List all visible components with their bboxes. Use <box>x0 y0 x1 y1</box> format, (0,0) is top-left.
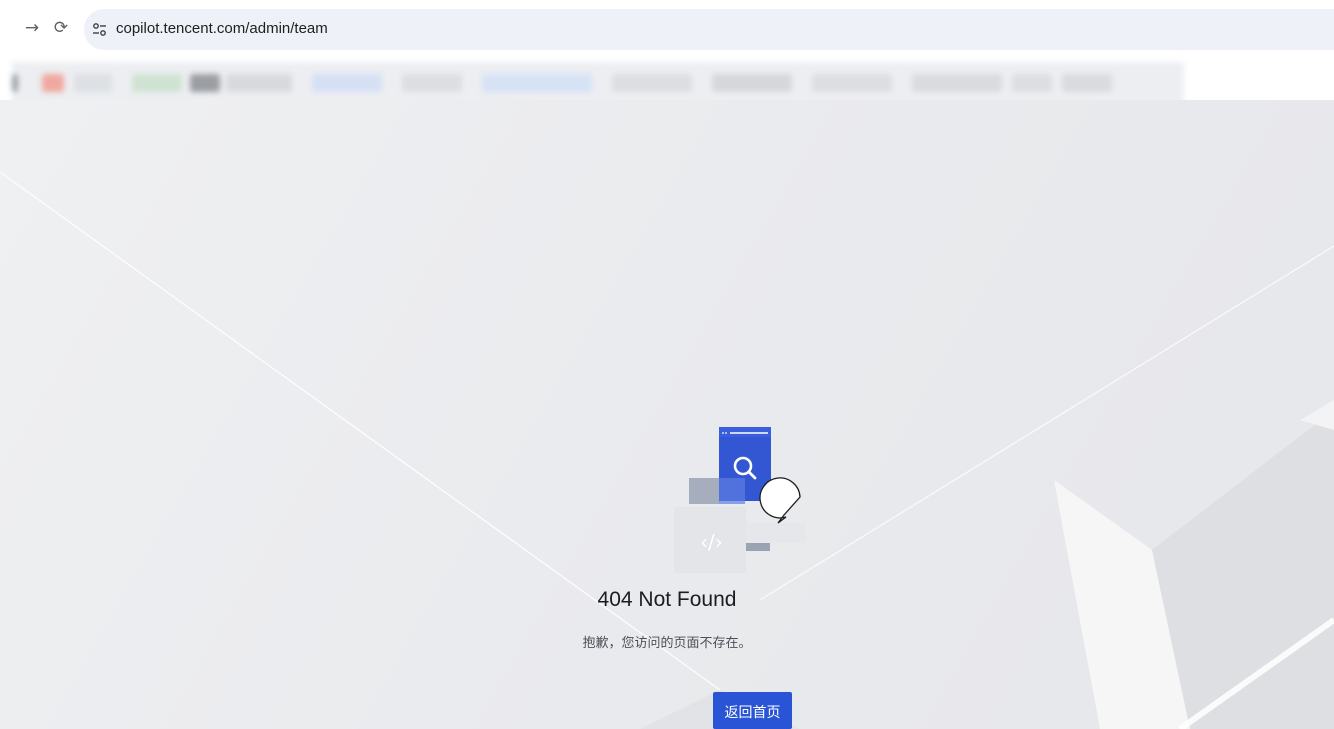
reload-icon[interactable]: ⟳ <box>49 16 73 40</box>
bookmark-item[interactable] <box>912 74 1002 92</box>
error-message: 抱歉，您访问的页面不存在。 <box>582 635 752 650</box>
bookmark-item[interactable] <box>74 74 112 92</box>
return-home-button[interactable]: 返回首页 <box>713 692 792 729</box>
bookmark-item[interactable] <box>1062 74 1112 92</box>
bookmark-item[interactable] <box>1012 74 1052 92</box>
url-text[interactable]: copilot.tencent.com/admin/team <box>116 20 328 37</box>
bookmark-item[interactable] <box>226 74 292 92</box>
bookmark-item[interactable] <box>312 74 382 92</box>
bookmark-item[interactable] <box>402 74 462 92</box>
error-page: ‹/› 404 Not Found 抱歉，您访问的页面不存在。 返回首页 <box>0 100 1334 729</box>
bookmark-item[interactable] <box>42 74 64 92</box>
svg-text:‹/›: ‹/› <box>700 530 723 554</box>
bookmark-item[interactable] <box>482 74 592 92</box>
tune-icon[interactable] <box>92 22 107 37</box>
bookmark-item[interactable] <box>812 74 892 92</box>
browser-toolbar: → ⟳ copilot.tencent.com/admin/team <box>0 0 1334 58</box>
bookmarks-bar <box>0 58 1334 106</box>
bookmark-item[interactable] <box>190 74 220 92</box>
bookmark-item[interactable] <box>612 74 692 92</box>
bookmark-item[interactable] <box>132 74 182 92</box>
error-title: 404 Not Found <box>597 588 737 611</box>
bookmark-item[interactable] <box>12 74 18 92</box>
arrow-right-icon[interactable]: → <box>20 16 44 40</box>
address-bar[interactable]: copilot.tencent.com/admin/team <box>84 9 1334 50</box>
search-illustration-icon: ‹/› <box>674 427 806 573</box>
bookmark-item[interactable] <box>712 74 792 92</box>
